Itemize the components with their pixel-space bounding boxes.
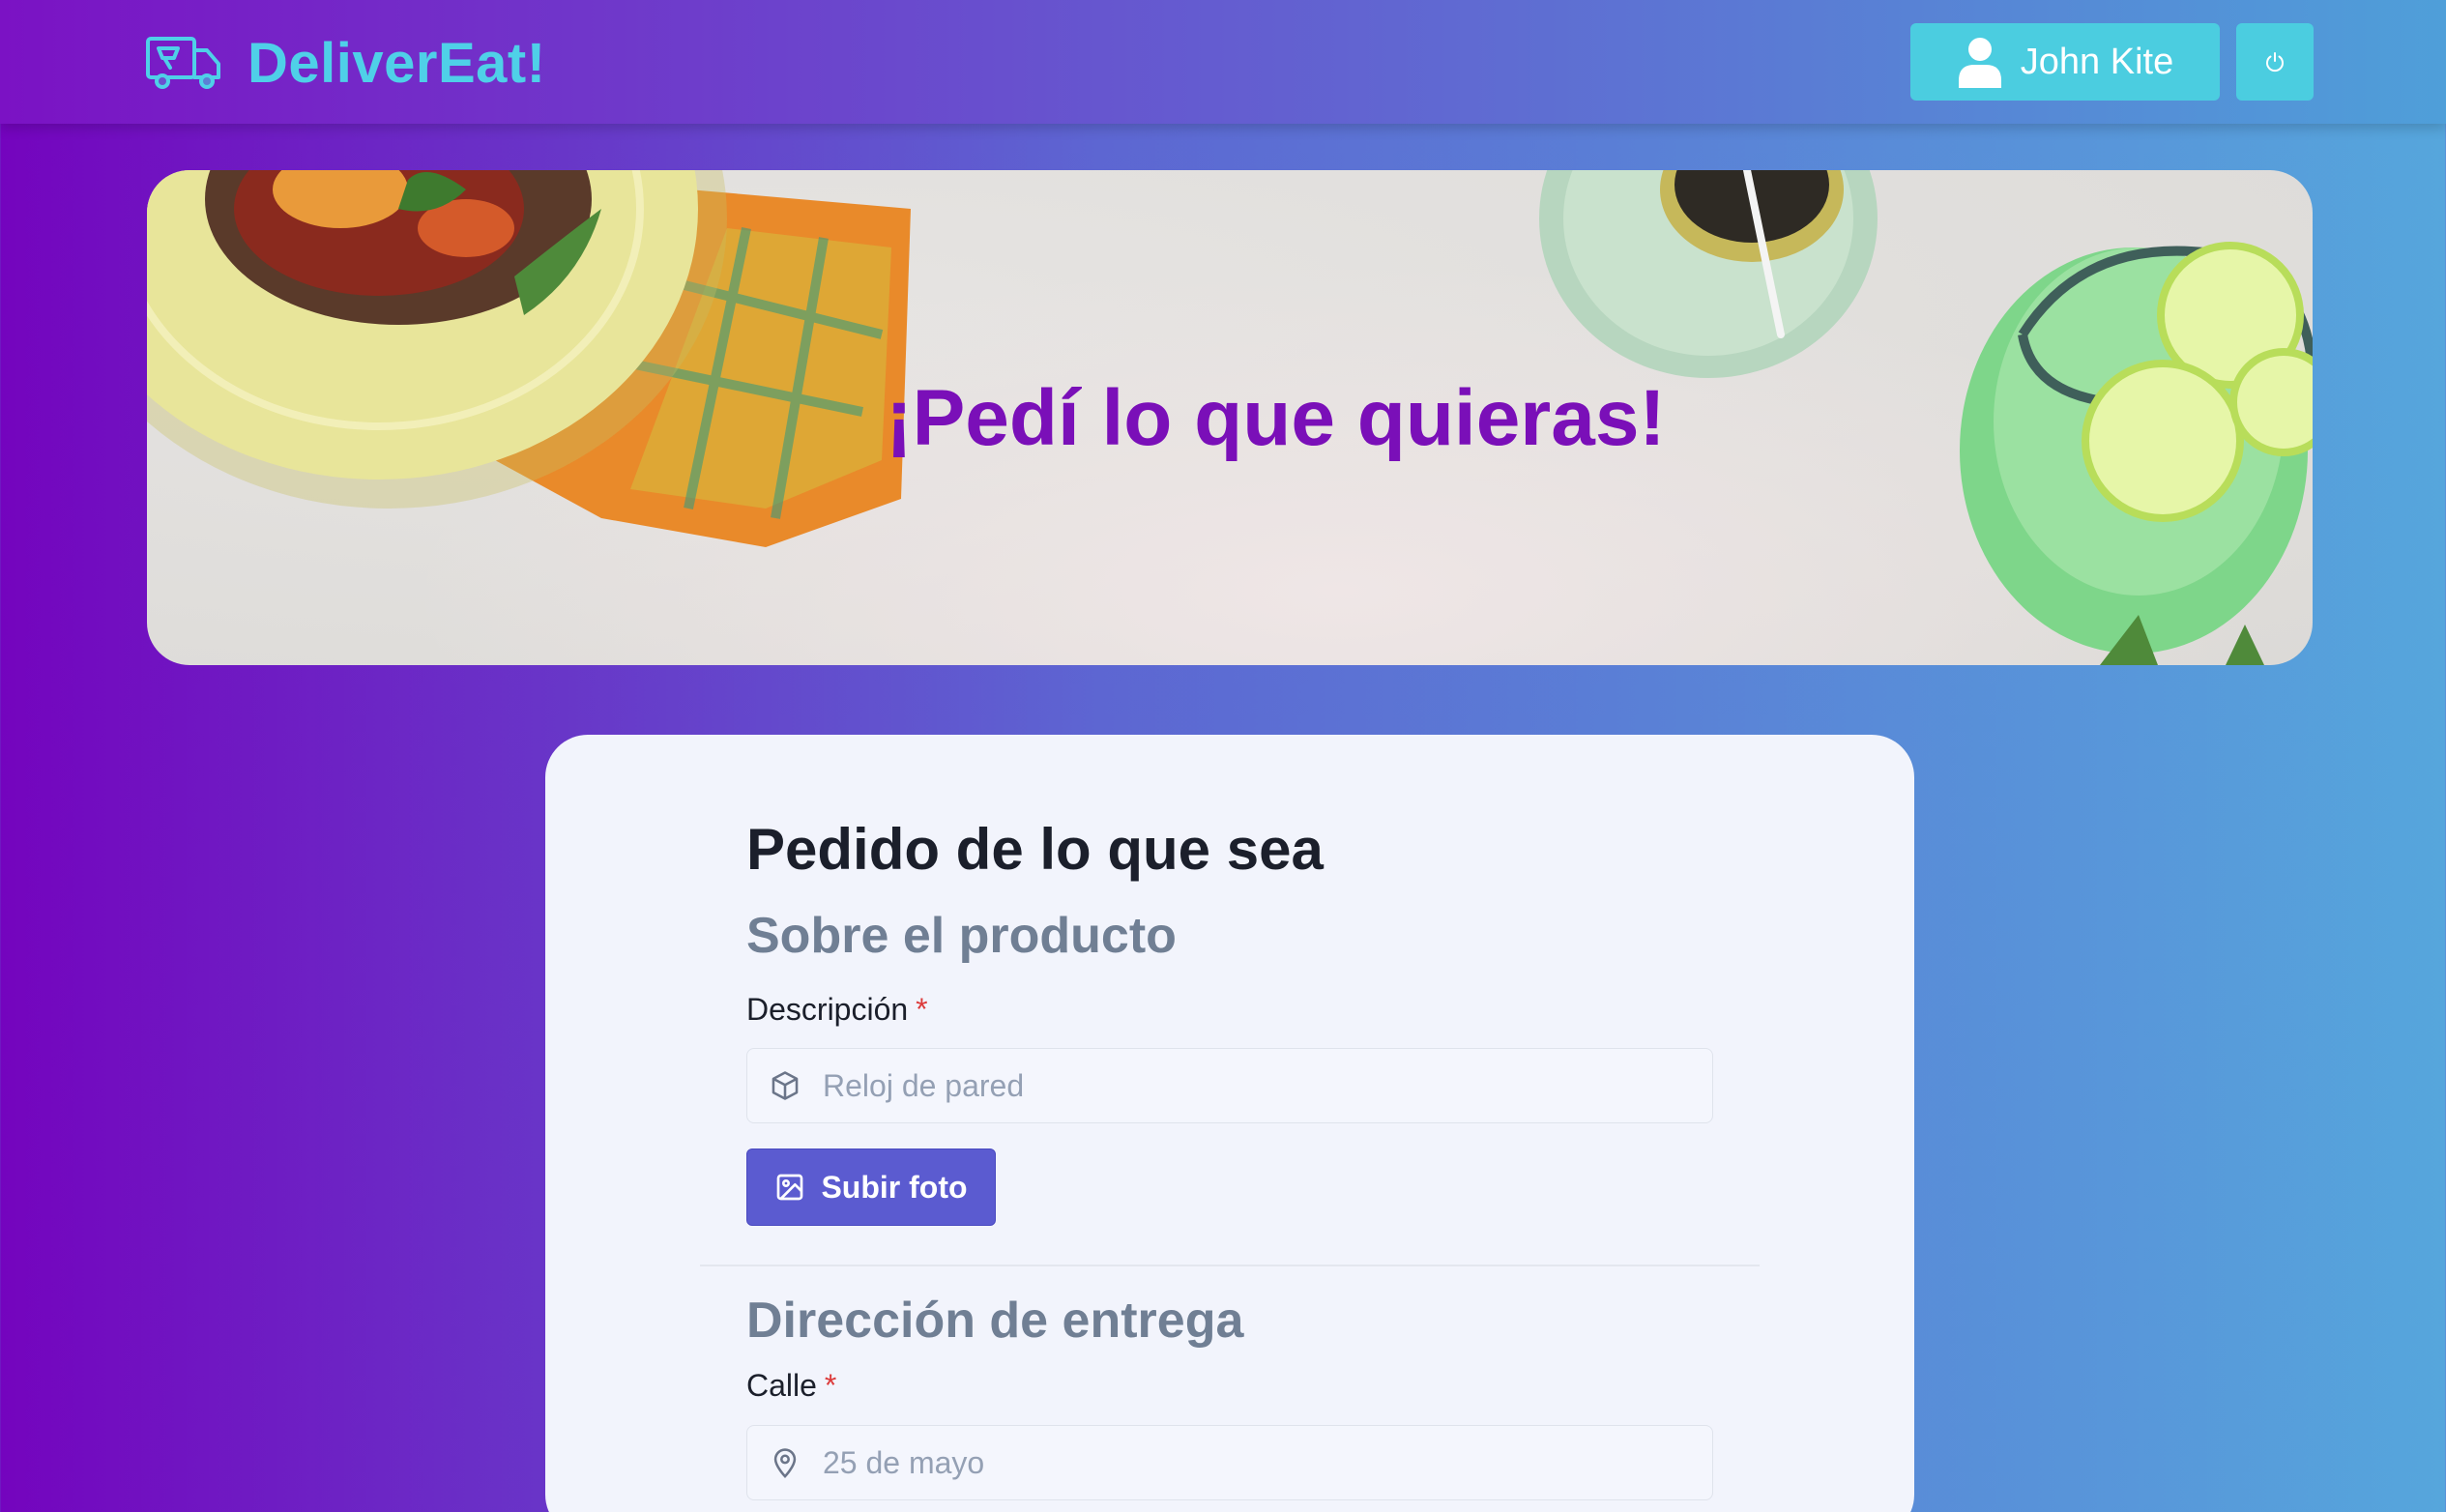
power-icon [2266, 52, 2284, 73]
brand-link[interactable]: DeliverEat! [145, 29, 546, 97]
required-mark: * [824, 1368, 837, 1403]
street-input[interactable] [823, 1434, 1693, 1492]
map-pin-icon [773, 1448, 797, 1479]
upload-photo-button[interactable]: Subir foto [746, 1149, 996, 1226]
street-label: Calle * [746, 1368, 836, 1404]
user-name: John Kite [2020, 41, 2174, 82]
image-icon [777, 1174, 803, 1201]
navbar: DeliverEat! John Kite [0, 0, 2446, 124]
hero-title: ¡Pedí lo que quieras! [886, 374, 1666, 462]
section-divider [700, 1265, 1760, 1266]
description-label: Descripción * [746, 992, 928, 1028]
delivery-section-title: Dirección de entrega [746, 1293, 1244, 1349]
order-form-card: Pedido de lo que sea Sobre el producto D… [545, 735, 1914, 1512]
required-mark: * [916, 992, 928, 1027]
user-icon [1958, 38, 2001, 88]
logout-button[interactable] [2236, 23, 2314, 101]
product-section-title: Sobre el producto [746, 908, 1177, 964]
brand-name: DeliverEat! [248, 31, 546, 95]
description-input[interactable] [823, 1057, 1693, 1115]
hero-banner: ¡Pedí lo que quieras! [147, 170, 2313, 665]
description-label-text: Descripción [746, 992, 909, 1027]
form-title: Pedido de lo que sea [746, 817, 1324, 882]
box-icon [772, 1071, 799, 1100]
user-menu-button[interactable]: John Kite [1910, 23, 2220, 101]
street-label-text: Calle [746, 1368, 817, 1403]
delivery-truck-icon [146, 37, 220, 89]
upload-photo-label: Subir foto [821, 1169, 968, 1205]
street-field[interactable] [746, 1425, 1713, 1500]
description-field[interactable] [746, 1048, 1713, 1123]
